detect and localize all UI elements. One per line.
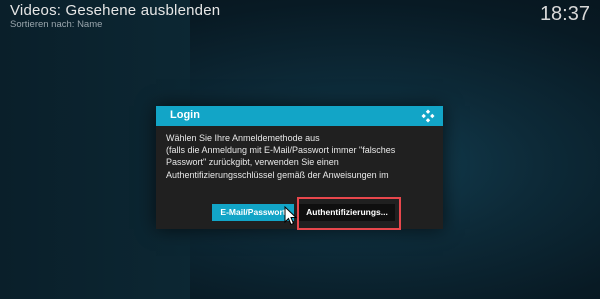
dialog-header: Login bbox=[156, 106, 443, 126]
dialog-message-line: (falls die Anmeldung mit E-Mail/Passwort… bbox=[166, 145, 396, 156]
dialog-message-line: Passwort" zurückgibt, verwenden Sie eine… bbox=[166, 157, 339, 168]
auth-key-button[interactable]: Authentifizierungs... bbox=[299, 204, 395, 221]
dialog-title: Login bbox=[170, 109, 200, 121]
page-title: Videos: Gesehene ausblenden bbox=[10, 2, 221, 19]
dialog-message-line: Wählen Sie Ihre Anmeldemethode aus bbox=[166, 133, 320, 143]
dialog-message-line: Authentifizierungsschlüssel gemäß der An… bbox=[166, 169, 389, 180]
email-password-button[interactable]: E-Mail/Passwort bbox=[212, 204, 294, 221]
login-dialog: Login Wählen Sie Ihre Anmeldemethode aus… bbox=[156, 106, 443, 229]
kodi-logo-icon bbox=[421, 109, 435, 123]
clock: 18:37 bbox=[539, 3, 590, 25]
dialog-message: Wählen Sie Ihre Anmeldemethode aus (fall… bbox=[166, 132, 436, 181]
sort-info: Sortieren nach: Name bbox=[10, 19, 103, 30]
